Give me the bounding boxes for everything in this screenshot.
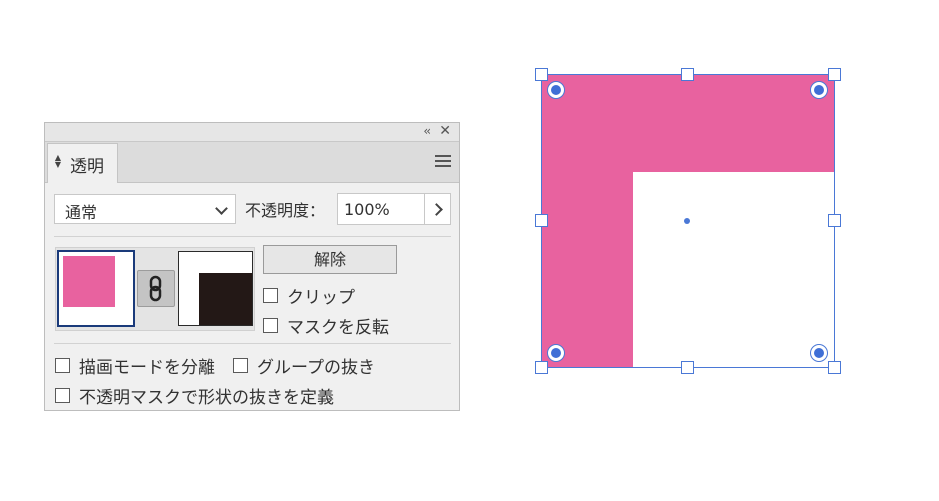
- mask-swatch: [199, 273, 252, 325]
- checkbox-box[interactable]: [263, 288, 278, 303]
- resize-handle-top-right[interactable]: [828, 68, 841, 81]
- chain-link-icon: [149, 275, 162, 302]
- resize-handle-top[interactable]: [681, 68, 694, 81]
- corner-radius-widget-bottom-left[interactable]: [547, 344, 565, 362]
- mask-thumbnail[interactable]: [178, 251, 253, 326]
- knockout-group-label: グループの抜き: [257, 358, 375, 378]
- collapse-icon[interactable]: ‹‹: [423, 124, 430, 138]
- isolate-blending-label: 描画モードを分離: [79, 358, 215, 378]
- resize-handle-bottom[interactable]: [681, 361, 694, 374]
- invert-mask-label: マスクを反転: [287, 318, 389, 338]
- divider: [54, 343, 451, 344]
- invert-mask-checkbox[interactable]: マスクを反転: [263, 313, 389, 338]
- release-button[interactable]: 解除: [263, 245, 397, 274]
- corner-radius-widget-top-right[interactable]: [810, 81, 828, 99]
- checkbox-box[interactable]: [263, 318, 278, 333]
- corner-radius-widget-top-left[interactable]: [547, 81, 565, 99]
- opacity-slider-button[interactable]: [425, 193, 451, 225]
- opacity-mask-knockout-label: 不透明マスクで形状の抜きを定義: [79, 388, 334, 408]
- resize-handle-right[interactable]: [828, 214, 841, 227]
- artwork-swatch: [63, 256, 115, 307]
- opacity-input[interactable]: [337, 193, 425, 225]
- resize-handle-bottom-left[interactable]: [535, 361, 548, 374]
- checkbox-box[interactable]: [55, 358, 70, 373]
- checkbox-box[interactable]: [55, 388, 70, 403]
- knockout-group-checkbox[interactable]: グループの抜き: [233, 353, 375, 378]
- tab-label: 透明: [70, 157, 104, 177]
- clip-label: クリップ: [287, 288, 355, 308]
- chevron-right-icon: [430, 203, 443, 216]
- hamburger-menu-icon[interactable]: [435, 155, 451, 170]
- transparency-panel: ‹‹ ✕ ▲▼ 透明 通常 不透明度： 解除 クリップ マスクを反転: [44, 122, 460, 411]
- resize-handle-bottom-right[interactable]: [828, 361, 841, 374]
- close-icon[interactable]: ✕: [439, 123, 451, 139]
- tab-transparency[interactable]: ▲ ▼ 透明: [47, 143, 118, 183]
- updown-arrows-icon[interactable]: ▲ ▼: [54, 154, 62, 169]
- checkbox-box[interactable]: [233, 358, 248, 373]
- resize-handle-top-left[interactable]: [535, 68, 548, 81]
- center-point: [684, 218, 690, 224]
- panel-titlebar[interactable]: ‹‹ ✕: [45, 123, 459, 142]
- link-mask-button[interactable]: [137, 270, 175, 307]
- corner-radius-widget-bottom-right[interactable]: [810, 344, 828, 362]
- panel-tabbar: ▲ ▼ 透明: [45, 142, 459, 183]
- chevron-down-icon: [215, 202, 228, 215]
- opacity-mask-knockout-checkbox[interactable]: 不透明マスクで形状の抜きを定義: [55, 383, 334, 408]
- resize-handle-left[interactable]: [535, 214, 548, 227]
- blend-mode-dropdown[interactable]: 通常: [54, 194, 236, 224]
- isolate-blending-checkbox[interactable]: 描画モードを分離: [55, 353, 215, 378]
- opacity-label: 不透明度：: [245, 201, 326, 220]
- artwork-thumbnail[interactable]: [57, 250, 135, 327]
- blend-mode-value: 通常: [65, 203, 98, 222]
- clip-checkbox[interactable]: クリップ: [263, 283, 355, 308]
- divider: [54, 236, 451, 237]
